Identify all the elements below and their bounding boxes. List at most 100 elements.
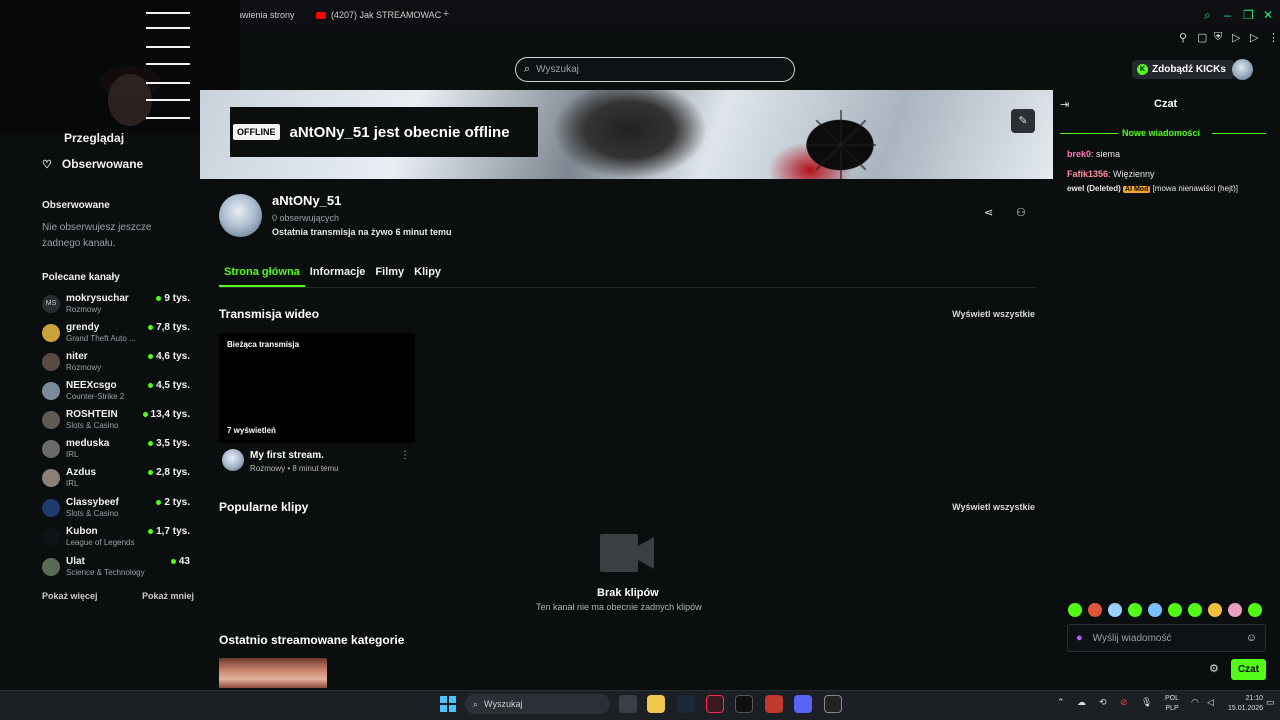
webcam-light — [146, 82, 190, 84]
emote-icon[interactable] — [1128, 603, 1142, 617]
tray-icon[interactable]: ⟲ — [1099, 697, 1107, 708]
tab-about[interactable]: Informacje — [305, 264, 371, 287]
emote-icon[interactable] — [1168, 603, 1182, 617]
get-kicks-label: Zdobądź KICKs — [1152, 64, 1226, 75]
recommended-channel[interactable]: MS mokrysuchar Rozmowy 9 tys. — [42, 293, 190, 321]
avatar[interactable] — [1232, 59, 1253, 80]
search-input[interactable]: Wyszukaj — [536, 64, 579, 75]
gear-icon[interactable]: ⚙ — [1209, 662, 1219, 675]
tray-icon[interactable]: ⊘ — [1120, 697, 1128, 708]
recommended-channel[interactable]: ROSHTEIN Slots & Casino 13,4 tys. — [42, 409, 190, 437]
recommended-channel[interactable]: grendy Grand Theft Auto ... 7,8 tys. — [42, 322, 190, 350]
viewer-count-value: 3,5 tys. — [156, 438, 190, 449]
chevron-up-icon[interactable]: ⌃ — [1057, 697, 1065, 708]
browser-tab-youtube[interactable]: (4207) Jak STREAMOWAC — [316, 6, 441, 24]
emote-icon[interactable] — [1148, 603, 1162, 617]
clock[interactable]: 21:10 15.01.2026 — [1228, 694, 1263, 714]
category-thumbnail[interactable] — [219, 658, 327, 688]
webcam-light — [146, 99, 190, 101]
player-icon[interactable]: ▷ — [1250, 31, 1258, 44]
videos-see-all-link[interactable]: Wyświetl wszystkie — [952, 309, 1035, 319]
live-dot — [148, 325, 154, 330]
chat-username[interactable]: brek0 — [1067, 149, 1091, 159]
nav-browse[interactable]: Przeglądaj — [64, 131, 124, 145]
tab-videos[interactable]: Filmy — [370, 264, 409, 287]
play-icon[interactable]: ▷ — [1232, 31, 1240, 44]
chat-username[interactable]: ewel (Deleted) — [1067, 184, 1121, 193]
recommended-channel[interactable]: niter Rozmowy 4,6 tys. — [42, 351, 190, 379]
viewer-count-value: 9 tys. — [164, 293, 190, 304]
webcam-light — [146, 27, 190, 29]
show-more-link[interactable]: Pokaż więcej — [42, 591, 98, 601]
offline-badge: OFFLINE — [233, 124, 280, 140]
chat-input-placeholder: Wyślij wiadomość — [1092, 632, 1172, 644]
emote-icon[interactable] — [1228, 603, 1242, 617]
new-tab-button[interactable]: + — [440, 8, 452, 20]
emote-icon[interactable] — [1208, 603, 1222, 617]
viewer-count: 1,7 tys. — [148, 526, 190, 537]
video-title[interactable]: My first stream. — [250, 450, 324, 461]
minimize-icon[interactable]: – — [1224, 8, 1231, 22]
recommended-channel[interactable]: Azdus IRL 2,8 tys. — [42, 467, 190, 495]
emoji-icon[interactable]: ☺ — [1246, 632, 1257, 644]
chat-input[interactable]: ● Wyślij wiadomość ☺ — [1067, 624, 1266, 652]
close-icon[interactable]: ✕ — [1263, 8, 1273, 22]
user-settings-icon[interactable]: ⚇ — [1016, 206, 1026, 219]
chat-username[interactable]: Fafik1356 — [1067, 169, 1108, 179]
share-icon[interactable]: ⋖ — [984, 206, 993, 219]
tab-home[interactable]: Strona główna — [219, 264, 305, 287]
language-indicator[interactable]: POL PLP — [1165, 694, 1179, 714]
webcam-light — [146, 46, 190, 48]
emote-bar — [1068, 603, 1262, 617]
recommended-channel[interactable]: NEEXcsgo Counter-Strike 2 4,5 tys. — [42, 380, 190, 408]
bookmark-icon[interactable]: ⚲ — [1179, 31, 1187, 44]
emote-icon[interactable] — [1068, 603, 1082, 617]
edit-banner-button[interactable]: ✎ — [1011, 109, 1035, 133]
more-options-icon[interactable]: ⋮ — [400, 450, 410, 461]
shield-icon[interactable]: ⛨ — [1214, 31, 1222, 44]
settings-icon[interactable] — [619, 695, 637, 713]
file-explorer-icon[interactable] — [647, 695, 665, 713]
heart-icon: ♡ — [42, 158, 52, 171]
channel-avatar[interactable] — [219, 194, 262, 237]
emote-icon[interactable] — [1188, 603, 1202, 617]
recommended-channel[interactable]: Kubon League of Legends 1,7 tys. — [42, 526, 190, 554]
more-icon[interactable]: ⋮ — [1268, 31, 1279, 44]
microphone-icon[interactable]: 🎙 — [1141, 697, 1152, 708]
tray-icon[interactable]: ☁ — [1077, 697, 1086, 708]
search-bar[interactable]: ⌕ Wyszukaj — [515, 57, 795, 82]
show-less-link[interactable]: Pokaż mniej — [142, 591, 194, 601]
taskbar-search[interactable]: ⌕ Wyszukaj — [465, 694, 610, 714]
discord-icon[interactable] — [794, 695, 812, 713]
pencil-icon: ✎ — [1018, 115, 1028, 127]
emote-icon[interactable] — [1108, 603, 1122, 617]
emote-icon[interactable] — [1088, 603, 1102, 617]
collapse-chat-icon[interactable]: ⇥ — [1060, 98, 1069, 111]
follower-count: 0 obserwujących — [272, 213, 340, 223]
windows-start-icon[interactable] — [440, 696, 456, 712]
view-count: 7 wyświetleń — [227, 426, 276, 435]
recommended-channel[interactable]: meduska IRL 3,5 tys. — [42, 438, 190, 466]
speaker-icon[interactable]: ◁ — [1207, 697, 1214, 708]
maximize-icon[interactable]: ❐ — [1243, 8, 1254, 22]
steam-icon[interactable] — [677, 695, 695, 713]
get-kicks-button[interactable]: K Zdobądź KICKs — [1132, 60, 1234, 79]
taskbar-search-input[interactable]: Wyszukaj — [484, 699, 522, 709]
emote-icon[interactable] — [1248, 603, 1262, 617]
opera-gx-icon[interactable] — [706, 695, 724, 713]
microphone-icon[interactable]: ● — [1076, 632, 1083, 644]
recommended-channel[interactable]: Classybeef Slots & Casino 2 tys. — [42, 497, 190, 525]
snapshot-icon[interactable]: ▢ — [1197, 31, 1207, 44]
chat-send-button[interactable]: Czat — [1231, 659, 1266, 680]
app-icon[interactable] — [735, 695, 753, 713]
obs-icon[interactable] — [824, 695, 842, 713]
search-icon[interactable]: ⌕ — [1204, 8, 1211, 23]
tab-clips[interactable]: Klipy — [409, 264, 446, 287]
recommended-channel[interactable]: Ulat Science & Technology 43 — [42, 556, 190, 584]
notification-icon[interactable]: ▭ — [1266, 697, 1275, 708]
clips-see-all-link[interactable]: Wyświetl wszystkie — [952, 502, 1035, 512]
nav-following[interactable]: ♡ Obserwowane — [42, 157, 143, 171]
wifi-icon[interactable]: ◠ — [1191, 697, 1199, 708]
viewer-count: 2,8 tys. — [148, 467, 190, 478]
shield-app-icon[interactable] — [765, 695, 783, 713]
